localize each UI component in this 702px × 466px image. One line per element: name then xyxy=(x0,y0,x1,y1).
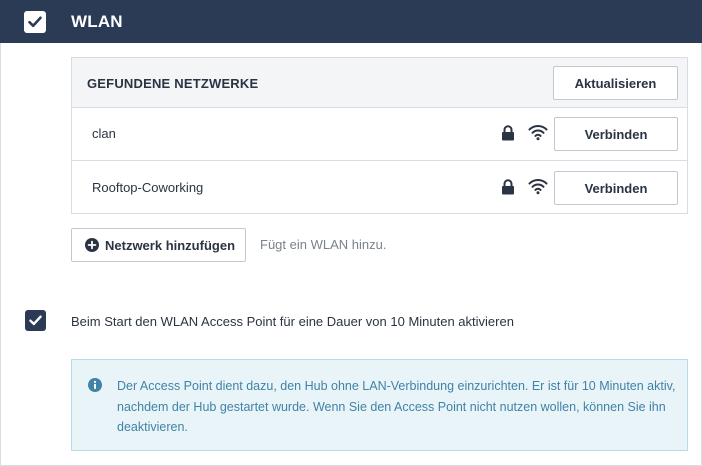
add-network-label: Netzwerk hinzufügen xyxy=(105,237,236,253)
wifi-icon xyxy=(528,125,548,141)
info-box: Der Access Point dient dazu, den Hub ohn… xyxy=(71,359,688,451)
lock-icon xyxy=(502,179,514,195)
networks-section-label: GEFUNDENE NETZWERKE xyxy=(87,76,259,91)
networks-panel-header: GEFUNDENE NETZWERKE Aktualisieren xyxy=(72,58,687,108)
add-network-button[interactable]: Netzwerk hinzufügen xyxy=(71,228,246,262)
plus-circle-icon xyxy=(85,238,99,252)
refresh-button[interactable]: Aktualisieren xyxy=(553,66,678,100)
network-row: Rooftop-Coworking Verbinden xyxy=(72,162,687,215)
network-row: clan Verbinden xyxy=(72,108,687,161)
page-title: WLAN xyxy=(71,12,123,31)
wlan-enable-checkbox[interactable] xyxy=(24,11,46,33)
check-icon xyxy=(28,16,42,28)
connect-button[interactable]: Verbinden xyxy=(554,117,678,151)
connect-button[interactable]: Verbinden xyxy=(554,171,678,205)
info-text: Der Access Point dient dazu, den Hub ohn… xyxy=(117,379,676,434)
networks-panel: GEFUNDENE NETZWERKE Aktualisieren clan V… xyxy=(71,57,688,214)
network-name: Rooftop-Coworking xyxy=(92,180,204,195)
wifi-icon xyxy=(528,179,548,195)
access-point-label: Beim Start den WLAN Access Point für ein… xyxy=(71,314,514,329)
access-point-checkbox[interactable] xyxy=(25,310,46,331)
lock-icon xyxy=(502,125,514,141)
check-icon xyxy=(29,315,42,326)
network-name: clan xyxy=(92,126,116,141)
add-network-hint: Fügt ein WLAN hinzu. xyxy=(260,237,387,252)
wlan-header: WLAN xyxy=(0,0,702,43)
info-icon xyxy=(88,378,102,392)
